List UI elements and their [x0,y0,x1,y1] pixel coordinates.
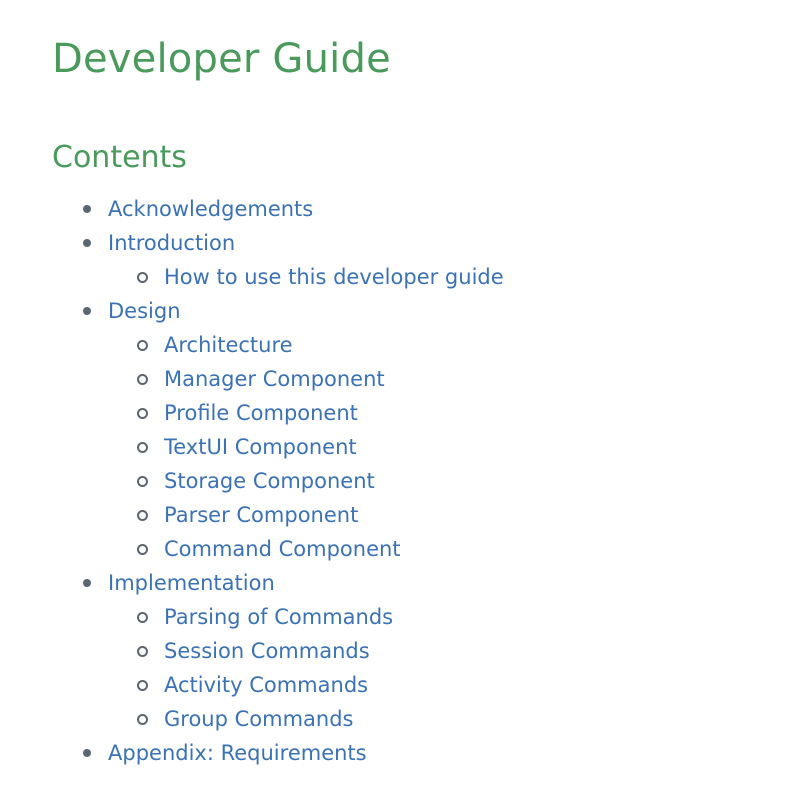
page-title: Developer Guide [52,36,391,82]
toc-subitem-textui-component: TextUI Component [108,430,792,464]
toc-link-how-to-use[interactable]: How to use this developer guide [164,265,504,289]
toc-link-architecture[interactable]: Architecture [164,333,293,357]
toc-link-appendix-requirements[interactable]: Appendix: Requirements [108,741,367,765]
toc-link-activity-commands[interactable]: Activity Commands [164,673,368,697]
bullet-circle-icon [137,714,148,725]
toc-link-storage-component[interactable]: Storage Component [164,469,375,493]
toc-link-implementation[interactable]: Implementation [108,571,275,595]
toc-link-profile-component[interactable]: Profile Component [164,401,358,425]
toc-subitem-profile-component: Profile Component [108,396,792,430]
toc-link-command-component[interactable]: Command Component [164,537,401,561]
toc-link-design[interactable]: Design [108,299,181,323]
toc-sublist-implementation: Parsing of Commands Session Commands Act… [108,600,792,736]
bullet-circle-icon [137,646,148,657]
toc-item-introduction: Introduction How to use this developer g… [52,226,792,294]
bullet-circle-icon [137,374,148,385]
toc-subitem-storage-component: Storage Component [108,464,792,498]
bullet-disc-icon [83,579,91,587]
bullet-circle-icon [137,510,148,521]
toc-subitem-how-to-use: How to use this developer guide [108,260,792,294]
toc-link-introduction[interactable]: Introduction [108,231,235,255]
toc-subitem-session-commands: Session Commands [108,634,792,668]
toc-item-implementation: Implementation Parsing of Commands Sessi… [52,566,792,736]
bullet-disc-icon [83,749,91,757]
toc-link-parser-component[interactable]: Parser Component [164,503,358,527]
toc-subitem-manager-component: Manager Component [108,362,792,396]
toc-link-parsing-of-commands[interactable]: Parsing of Commands [164,605,393,629]
toc-link-acknowledgements[interactable]: Acknowledgements [108,197,313,221]
bullet-circle-icon [137,476,148,487]
bullet-circle-icon [137,612,148,623]
toc-item-design: Design Architecture Manager Component Pr… [52,294,792,566]
toc-link-session-commands[interactable]: Session Commands [164,639,370,663]
bullet-circle-icon [137,442,148,453]
toc-subitem-group-commands: Group Commands [108,702,792,736]
toc-link-group-commands[interactable]: Group Commands [164,707,353,731]
bullet-disc-icon [83,307,91,315]
toc-item-acknowledgements: Acknowledgements [52,192,792,226]
toc-link-manager-component[interactable]: Manager Component [164,367,385,391]
toc-subitem-parsing-of-commands: Parsing of Commands [108,600,792,634]
bullet-disc-icon [83,205,91,213]
toc-link-textui-component[interactable]: TextUI Component [164,435,357,459]
bullet-circle-icon [137,408,148,419]
toc-sublist-introduction: How to use this developer guide [108,260,792,294]
toc-subitem-architecture: Architecture [108,328,792,362]
toc-item-appendix-requirements: Appendix: Requirements [52,736,792,770]
toc-subitem-activity-commands: Activity Commands [108,668,792,702]
contents-heading: Contents [52,140,187,175]
toc-subitem-parser-component: Parser Component [108,498,792,532]
bullet-circle-icon [137,680,148,691]
bullet-disc-icon [83,239,91,247]
document-page: Developer Guide Contents Acknowledgement… [0,0,792,812]
toc-subitem-command-component: Command Component [108,532,792,566]
bullet-circle-icon [137,340,148,351]
bullet-circle-icon [137,544,148,555]
table-of-contents: Acknowledgements Introduction How to use… [52,192,792,770]
toc-sublist-design: Architecture Manager Component Profile C… [108,328,792,566]
bullet-circle-icon [137,272,148,283]
